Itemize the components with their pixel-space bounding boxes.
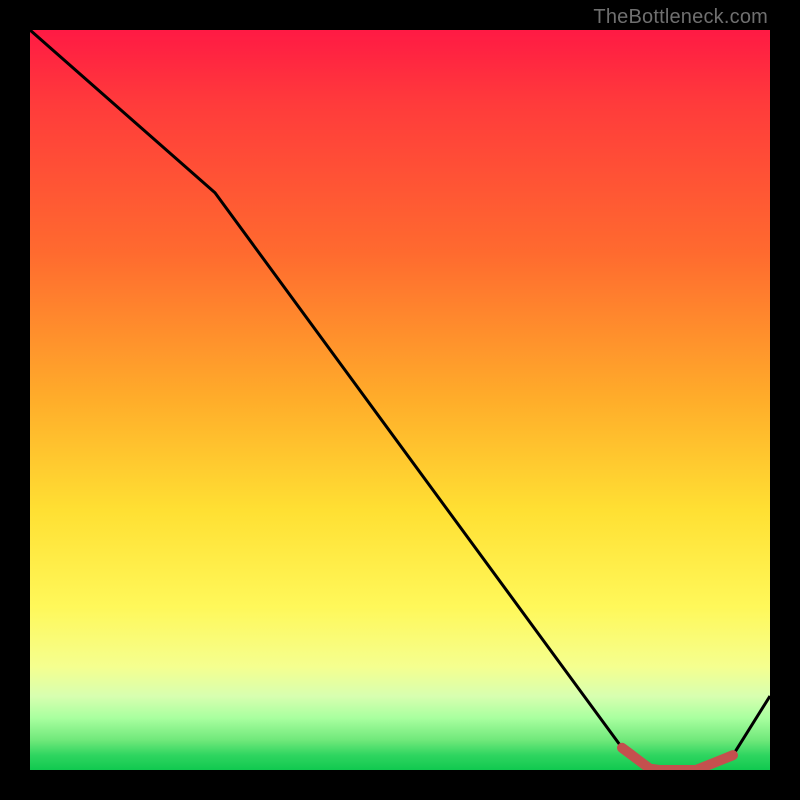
- chart-line: [30, 30, 770, 770]
- chart-plot-area: [30, 30, 770, 770]
- chart-overlay: [30, 30, 770, 770]
- chart-frame: TheBottleneck.com: [0, 0, 800, 800]
- chart-highlight-band: [622, 748, 733, 770]
- attribution-label: TheBottleneck.com: [593, 6, 768, 29]
